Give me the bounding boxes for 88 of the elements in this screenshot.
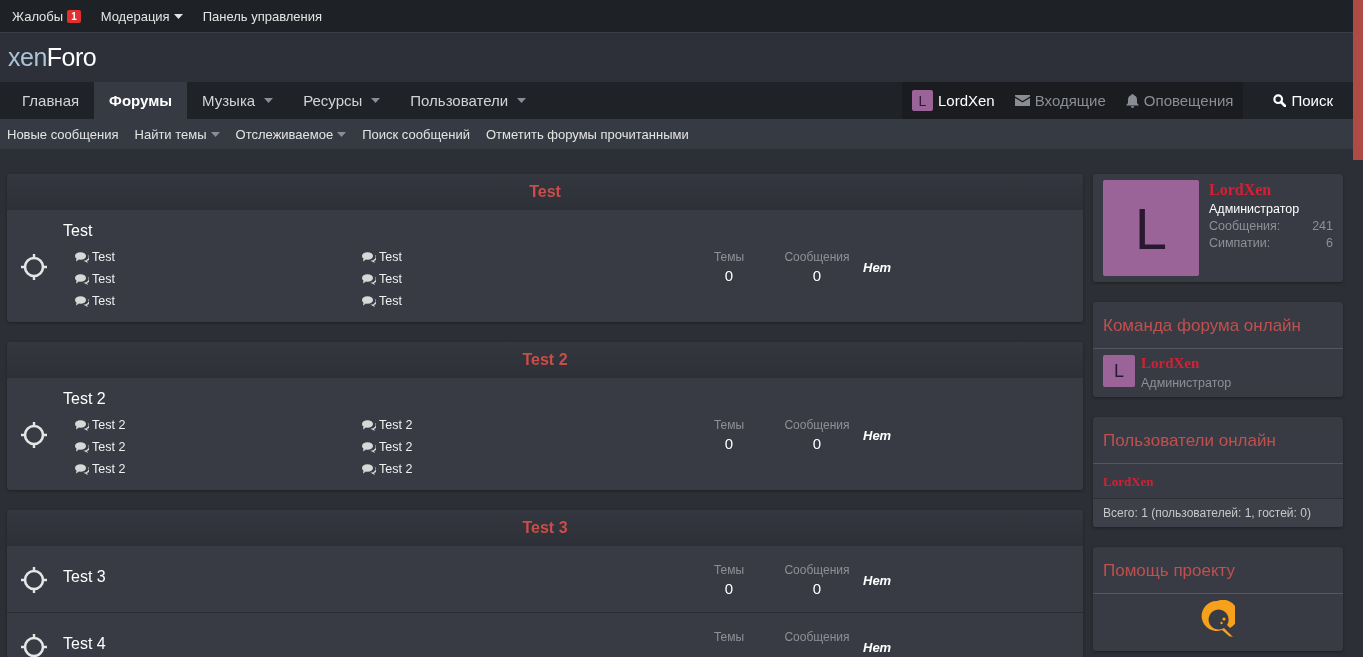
stat-value: 6 bbox=[1326, 236, 1333, 250]
staff-link[interactable]: Панель управления bbox=[202, 8, 323, 24]
crosshair-icon bbox=[20, 253, 48, 281]
chat-icon bbox=[362, 295, 376, 307]
online-total: Всего: 1 (пользователей: 1, гостей: 0) bbox=[1093, 499, 1343, 527]
envelope-icon bbox=[1014, 95, 1030, 106]
last-post: Нет bbox=[863, 427, 892, 443]
subforum-link[interactable]: Test 2 bbox=[362, 458, 562, 480]
chat-icon bbox=[362, 251, 376, 263]
subforum-link[interactable]: Test bbox=[362, 268, 562, 290]
subforum-link[interactable]: Test 2 bbox=[362, 414, 562, 436]
nav-tab[interactable]: Музыка bbox=[187, 82, 289, 119]
subnav-link[interactable]: Поиск сообщений bbox=[362, 126, 470, 142]
q-logo-icon bbox=[1201, 600, 1235, 638]
stat-value: 0 bbox=[812, 267, 822, 284]
chat-icon bbox=[362, 441, 376, 453]
avatar[interactable]: L bbox=[1103, 355, 1135, 387]
bell-icon bbox=[1125, 93, 1139, 108]
forum-title[interactable]: Test 3 bbox=[63, 568, 685, 586]
nav-tab[interactable]: Ресурсы bbox=[288, 82, 396, 119]
stat-label: Сообщения bbox=[784, 563, 850, 577]
search-button[interactable]: Поиск bbox=[1243, 82, 1343, 119]
user-title: Администратор bbox=[1141, 376, 1232, 390]
inbox-link[interactable]: Входящие bbox=[1004, 82, 1116, 119]
nav-tab[interactable]: Форумы bbox=[94, 82, 188, 119]
subforum-link[interactable]: Test 2 bbox=[75, 458, 362, 480]
chat-icon bbox=[362, 273, 376, 285]
chat-icon bbox=[75, 273, 89, 285]
stat-value: 0 bbox=[812, 435, 822, 452]
caret-icon bbox=[173, 13, 183, 19]
chat-icon bbox=[75, 295, 89, 307]
staff-link[interactable]: Жалобы 1 bbox=[12, 8, 81, 24]
avatar[interactable]: L bbox=[1103, 180, 1199, 276]
subforum-link[interactable]: Test 2 bbox=[75, 414, 362, 436]
stat-label: Темы bbox=[713, 250, 745, 264]
scrollbar-thumb[interactable] bbox=[1353, 0, 1363, 160]
subnav-link[interactable]: Новые сообщения bbox=[7, 126, 119, 142]
stat-label: Сообщения bbox=[784, 250, 850, 264]
crosshair-icon bbox=[20, 633, 48, 657]
forum-title[interactable]: Test bbox=[63, 222, 685, 240]
chat-icon bbox=[75, 441, 89, 453]
panel-title: Команда форума онлайн bbox=[1093, 302, 1343, 349]
subforum-link[interactable]: Test 2 bbox=[362, 436, 562, 458]
avatar: L bbox=[912, 90, 933, 111]
nav-tab[interactable]: Пользователи bbox=[395, 82, 542, 119]
site-logo[interactable]: xenForo bbox=[8, 43, 97, 72]
stat-label: Симпатии: bbox=[1209, 236, 1271, 250]
count-badge: 1 bbox=[67, 9, 81, 23]
stat-value: 0 bbox=[812, 580, 822, 597]
chat-icon bbox=[75, 419, 89, 431]
stat-value: 0 bbox=[724, 435, 734, 452]
user-title: Администратор bbox=[1209, 202, 1301, 216]
subnav-link[interactable]: Найти темы bbox=[134, 126, 220, 142]
crosshair-icon bbox=[20, 566, 48, 594]
stat-label: Сообщения bbox=[784, 630, 850, 644]
chat-icon bbox=[362, 419, 376, 431]
stat-label: Сообщения bbox=[784, 418, 850, 432]
crosshair-icon bbox=[20, 421, 48, 449]
nav-tab[interactable]: Главная bbox=[7, 82, 95, 119]
subforum-link[interactable]: Test bbox=[75, 268, 362, 290]
last-post: Нет bbox=[863, 259, 892, 275]
subnav-link[interactable]: Отслеживаемое bbox=[235, 126, 347, 142]
account-link[interactable]: L LordXen bbox=[902, 82, 1005, 119]
last-post: Нет bbox=[863, 639, 892, 655]
subforum-link[interactable]: Test bbox=[75, 246, 362, 268]
chat-icon bbox=[75, 463, 89, 475]
panel-title: Пользователи онлайн bbox=[1093, 417, 1343, 464]
subforum-link[interactable]: Test bbox=[362, 246, 562, 268]
chat-icon bbox=[362, 463, 376, 475]
stat-value: 0 bbox=[724, 267, 734, 284]
subforum-link[interactable]: Test 2 bbox=[75, 436, 362, 458]
search-icon bbox=[1273, 94, 1287, 107]
forum-title[interactable]: Test 4 bbox=[63, 635, 685, 653]
stat-value: 0 bbox=[724, 580, 734, 597]
alerts-link[interactable]: Оповещения bbox=[1115, 82, 1244, 119]
stat-label: Темы bbox=[713, 630, 745, 644]
subnav-link[interactable]: Отметить форумы прочитанными bbox=[485, 126, 689, 142]
forum-title[interactable]: Test 2 bbox=[63, 390, 685, 408]
last-post: Нет bbox=[863, 572, 892, 588]
stat-label: Сообщения: bbox=[1209, 219, 1281, 233]
stat-label: Темы bbox=[713, 563, 745, 577]
subforum-link[interactable]: Test bbox=[75, 290, 362, 312]
staff-link[interactable]: Модерация bbox=[100, 8, 183, 24]
chat-icon bbox=[75, 251, 89, 263]
subforum-link[interactable]: Test bbox=[362, 290, 562, 312]
stat-label: Темы bbox=[713, 418, 745, 432]
panel-title: Помощь проекту bbox=[1093, 547, 1343, 594]
stat-value: 241 bbox=[1312, 219, 1333, 233]
